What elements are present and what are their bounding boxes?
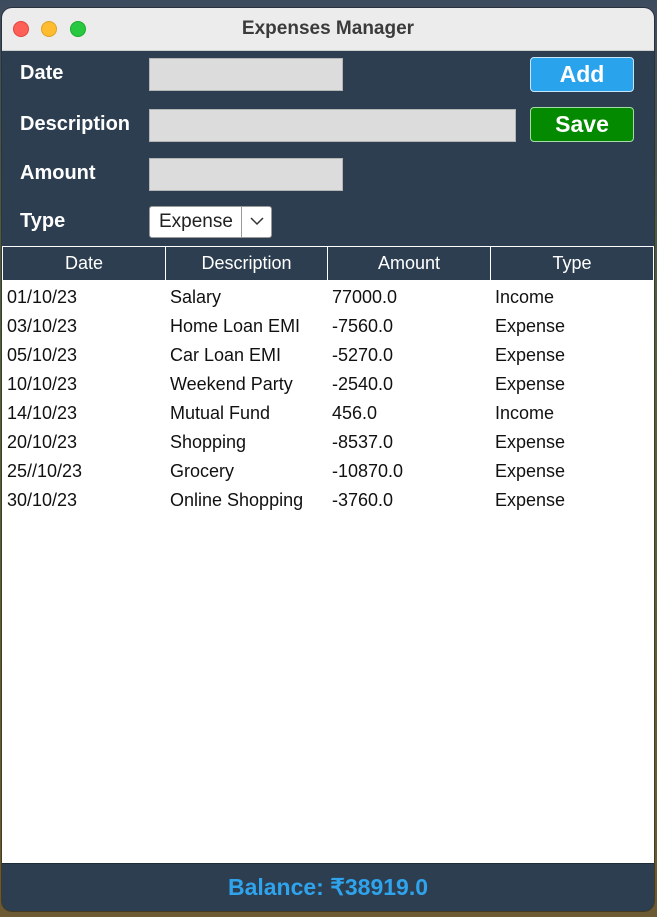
cell-date: 01/10/23: [7, 287, 78, 307]
cell-type: Expense: [495, 316, 566, 336]
type-dropdown-value: Expense: [159, 211, 233, 232]
table-row[interactable]: 30/10/23 Online Shopping -3760.0 Expense: [2, 486, 654, 515]
cell-type: Expense: [495, 490, 566, 510]
cell-type: Expense: [495, 432, 566, 452]
cell-description: Grocery: [170, 461, 235, 481]
title-bar[interactable]: Expenses Manager: [2, 8, 654, 51]
cell-type: Expense: [495, 461, 566, 481]
type-label: Type: [20, 210, 66, 232]
cell-date: 14/10/23: [7, 403, 78, 423]
column-header-type[interactable]: Type: [490, 247, 654, 280]
cell-date: 10/10/23: [7, 374, 78, 394]
description-label: Description: [20, 113, 131, 135]
cell-date: 30/10/23: [7, 490, 78, 510]
save-button[interactable]: Save: [530, 107, 634, 142]
cell-type: Expense: [495, 374, 566, 394]
expenses-table: Date Description Amount Type 01/10/23 Sa…: [2, 246, 654, 863]
amount-label: Amount: [20, 162, 96, 184]
cell-amount: -2540.0: [332, 374, 394, 394]
table-header: Date Description Amount Type: [2, 246, 654, 281]
cell-date: 03/10/23: [7, 316, 78, 336]
cell-amount: -8537.0: [332, 432, 394, 452]
cell-type: Expense: [495, 345, 566, 365]
table-row[interactable]: 01/10/23 Salary 77000.0 Income: [2, 283, 654, 312]
balance-bar: Balance: ₹38919.0: [2, 863, 654, 911]
cell-date: 20/10/23: [7, 432, 78, 452]
description-field[interactable]: [149, 109, 516, 142]
cell-date: 25//10/23: [7, 461, 83, 481]
expenses-manager-window: Expenses Manager Date Description Amount…: [2, 8, 654, 911]
table-row[interactable]: 03/10/23 Home Loan EMI -7560.0 Expense: [2, 312, 654, 341]
cell-date: 05/10/23: [7, 345, 78, 365]
cell-amount: 77000.0: [332, 287, 398, 307]
cell-amount: -3760.0: [332, 490, 394, 510]
chevron-down-icon[interactable]: [241, 207, 271, 237]
table-body: 01/10/23 Salary 77000.0 Income 03/10/23 …: [2, 283, 654, 515]
cell-amount: 456.0: [332, 403, 378, 423]
cell-description: Online Shopping: [170, 490, 304, 510]
add-button[interactable]: Add: [530, 57, 634, 92]
column-header-date[interactable]: Date: [2, 247, 165, 280]
cell-type: Income: [495, 403, 555, 423]
balance-label: Balance: ₹38919.0: [227, 874, 429, 900]
cell-description: Home Loan EMI: [170, 316, 301, 336]
column-header-description[interactable]: Description: [165, 247, 327, 280]
table-row[interactable]: 20/10/23 Shopping -8537.0 Expense: [2, 428, 654, 457]
cell-description: Mutual Fund: [170, 403, 271, 423]
table-row[interactable]: 10/10/23 Weekend Party -2540.0 Expense: [2, 370, 654, 399]
table-row[interactable]: 05/10/23 Car Loan EMI -5270.0 Expense: [2, 341, 654, 370]
date-field[interactable]: [149, 58, 343, 91]
window-title: Expenses Manager: [241, 18, 415, 39]
date-label: Date: [20, 62, 64, 84]
cell-amount: -7560.0: [332, 316, 394, 336]
cell-description: Car Loan EMI: [170, 345, 282, 365]
cell-description: Weekend Party: [170, 374, 293, 394]
column-header-amount[interactable]: Amount: [327, 247, 490, 280]
cell-amount: -5270.0: [332, 345, 394, 365]
amount-field[interactable]: [149, 158, 343, 191]
desktop-background: Expenses Manager Date Description Amount…: [0, 0, 657, 917]
table-row[interactable]: 25//10/23 Grocery -10870.0 Expense: [2, 457, 654, 486]
cell-type: Income: [495, 287, 555, 307]
type-dropdown[interactable]: Expense: [149, 206, 272, 238]
table-row[interactable]: 14/10/23 Mutual Fund 456.0 Income: [2, 399, 654, 428]
cell-description: Salary: [170, 287, 222, 307]
cell-amount: -10870.0: [332, 461, 404, 481]
cell-description: Shopping: [170, 432, 247, 452]
